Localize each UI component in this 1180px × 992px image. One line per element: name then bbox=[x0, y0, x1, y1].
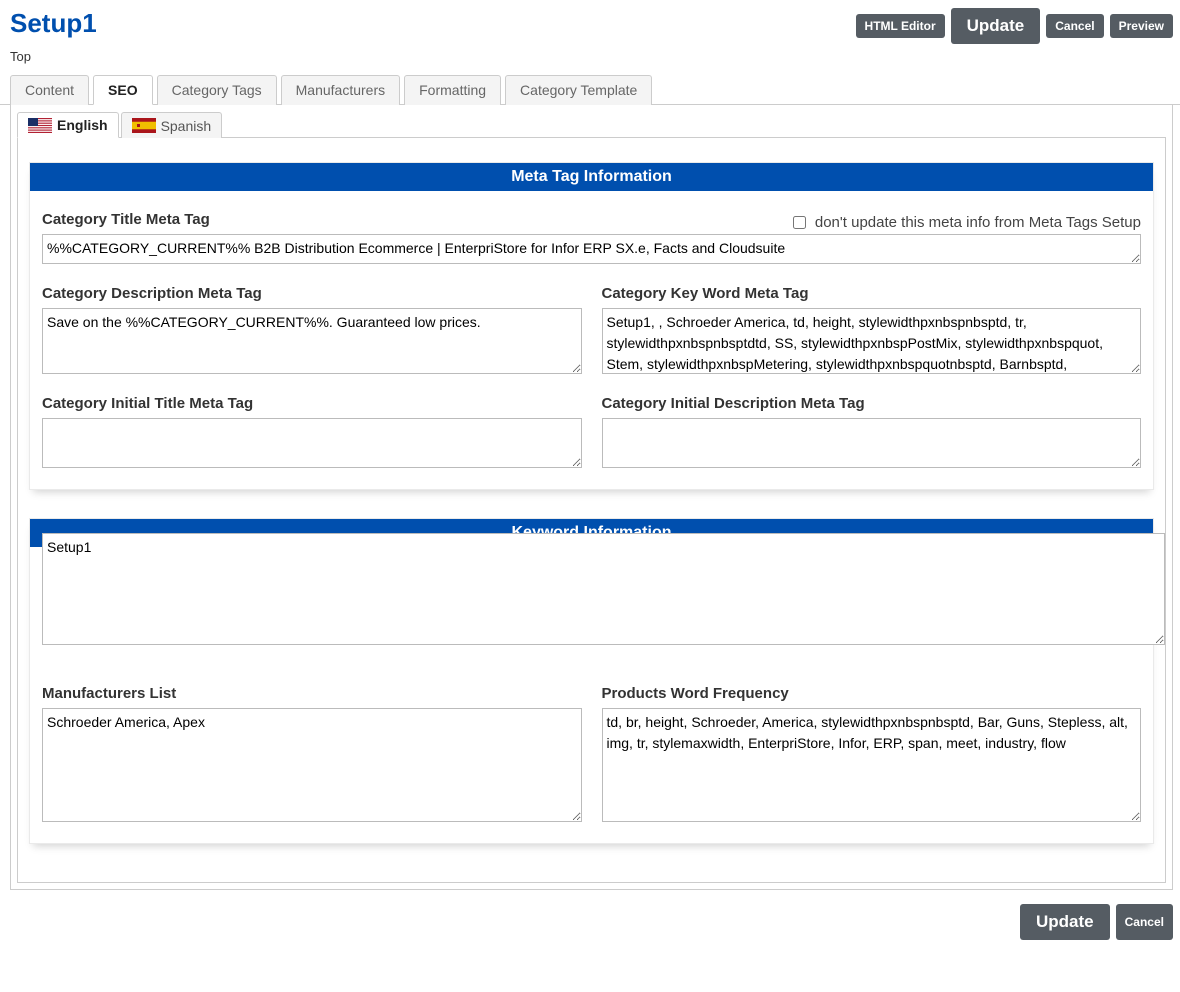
preview-button[interactable]: Preview bbox=[1110, 14, 1173, 38]
category-title-label: Category Title Meta Tag bbox=[42, 211, 789, 228]
category-description-label: Category Description Meta Tag bbox=[42, 285, 582, 302]
initial-title-input[interactable] bbox=[42, 418, 582, 468]
breadcrumb[interactable]: Top bbox=[10, 49, 856, 64]
tab-category-template[interactable]: Category Template bbox=[505, 75, 652, 105]
products-word-frequency-input[interactable] bbox=[602, 708, 1142, 822]
page-title: Setup1 bbox=[10, 8, 856, 39]
tab-formatting[interactable]: Formatting bbox=[404, 75, 501, 105]
dont-update-label: don't update this meta info from Meta Ta… bbox=[815, 214, 1141, 231]
manufacturers-list-label: Manufacturers List bbox=[42, 685, 582, 702]
tab-manufacturers[interactable]: Manufacturers bbox=[281, 75, 400, 105]
initial-title-label: Category Initial Title Meta Tag bbox=[42, 395, 582, 412]
dont-update-checkbox-wrap[interactable]: don't update this meta info from Meta Ta… bbox=[789, 213, 1141, 232]
meta-tag-info-header: Meta Tag Information bbox=[30, 163, 1153, 191]
main-tabs: Content SEO Category Tags Manufacturers … bbox=[0, 74, 1180, 105]
category-keyword-input[interactable] bbox=[602, 308, 1142, 374]
tab-category-tags[interactable]: Category Tags bbox=[157, 75, 277, 105]
products-word-frequency-label: Products Word Frequency bbox=[602, 685, 1142, 702]
initial-description-input[interactable] bbox=[602, 418, 1142, 468]
category-description-input[interactable] bbox=[42, 308, 582, 374]
dont-update-checkbox[interactable] bbox=[793, 216, 806, 229]
category-title-input[interactable] bbox=[42, 234, 1141, 264]
lang-tab-spanish-label: Spanish bbox=[161, 118, 212, 134]
cancel-button-top[interactable]: Cancel bbox=[1046, 14, 1103, 38]
manufacturers-list-input[interactable] bbox=[42, 708, 582, 822]
flag-es-icon bbox=[132, 118, 156, 133]
initial-description-label: Category Initial Description Meta Tag bbox=[602, 395, 1142, 412]
flag-us-icon bbox=[28, 118, 52, 133]
meta-tag-info-card: Meta Tag Information Category Title Meta… bbox=[29, 162, 1154, 490]
lang-tab-english[interactable]: English bbox=[17, 112, 119, 138]
keywords-input[interactable] bbox=[42, 533, 1165, 645]
update-button-bottom[interactable]: Update bbox=[1020, 904, 1110, 940]
lang-tab-spanish[interactable]: Spanish bbox=[121, 112, 223, 138]
cancel-button-bottom[interactable]: Cancel bbox=[1116, 904, 1173, 940]
category-keyword-label: Category Key Word Meta Tag bbox=[602, 285, 1142, 302]
lang-tab-english-label: English bbox=[57, 117, 108, 133]
html-editor-button[interactable]: HTML Editor bbox=[856, 14, 945, 38]
update-button-top[interactable]: Update bbox=[951, 8, 1041, 44]
tab-seo[interactable]: SEO bbox=[93, 75, 153, 105]
language-tabs: English Spanish bbox=[17, 111, 1166, 138]
tab-content[interactable]: Content bbox=[10, 75, 89, 105]
keyword-info-card: Keyword Information Manufacturers List P… bbox=[29, 518, 1154, 844]
